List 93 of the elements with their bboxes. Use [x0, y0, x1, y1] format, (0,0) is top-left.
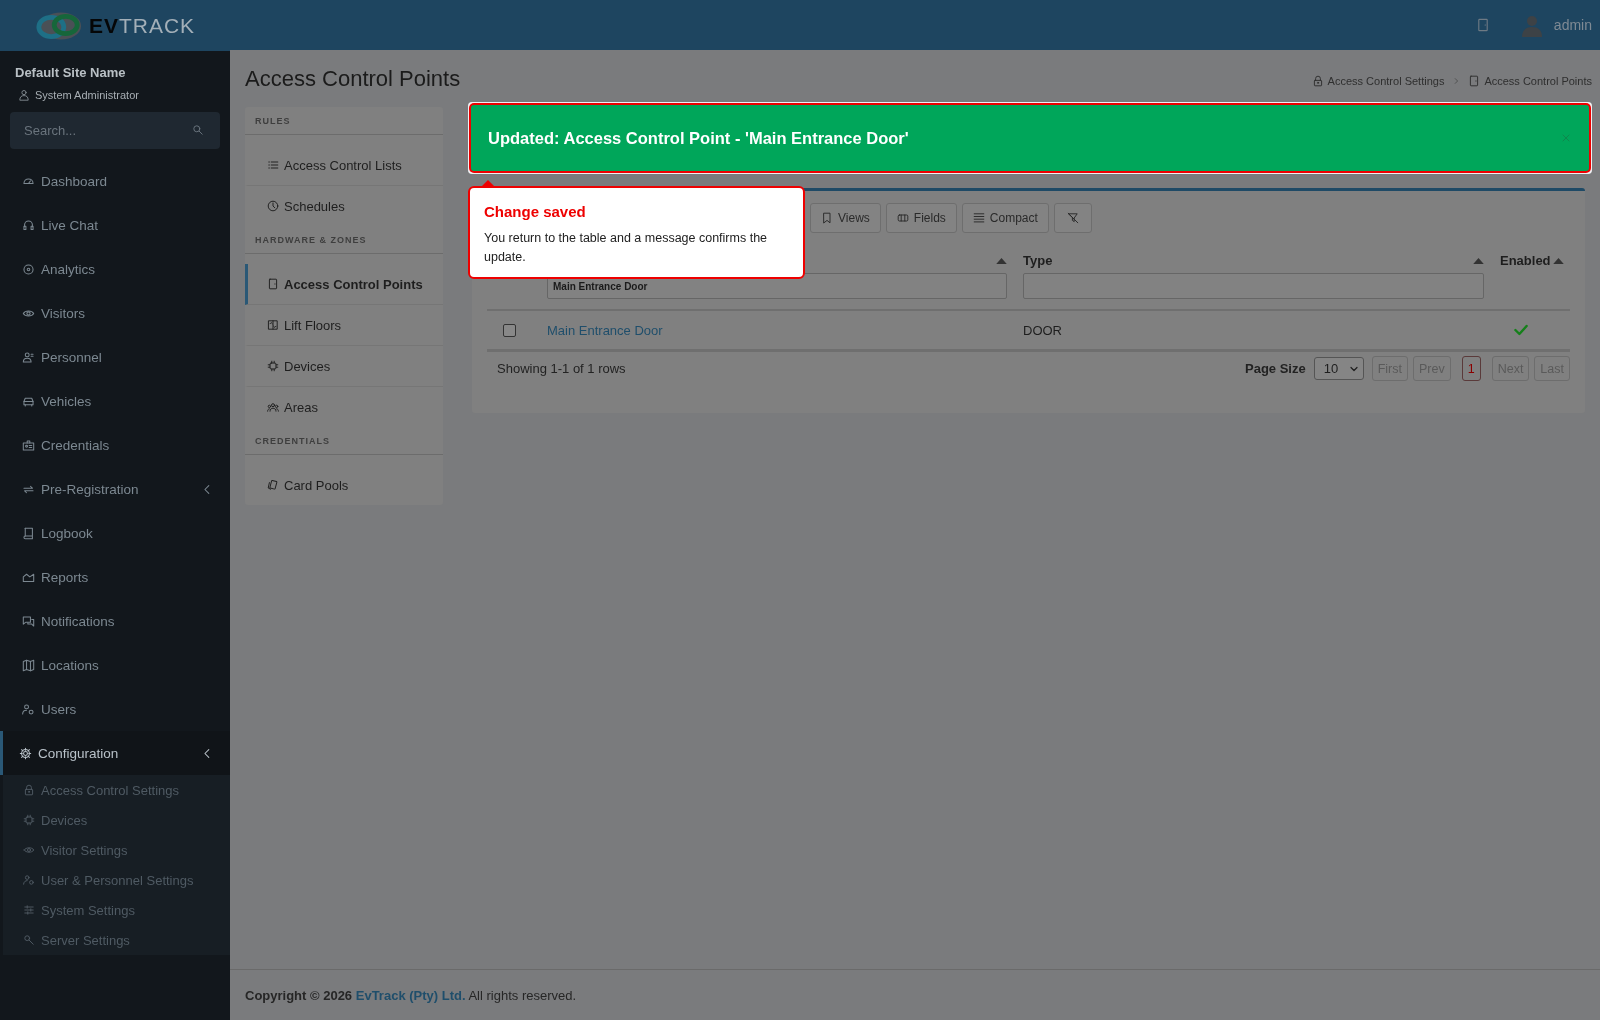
submenu-item[interactable]: Devices [3, 805, 230, 835]
nav-item[interactable]: Card Pools [245, 465, 443, 505]
nav-item[interactable]: Schedules [245, 186, 443, 226]
logo-text: EVTRACK [88, 13, 196, 38]
target-icon [22, 262, 35, 276]
submenu-item[interactable]: Server Settings [3, 925, 230, 955]
submenu-item[interactable]: Visitor Settings [3, 835, 230, 865]
column-header[interactable]: Type [1023, 252, 1053, 268]
submenu-item[interactable]: User & Personnel Settings [3, 865, 230, 895]
breadcrumb-link[interactable]: Access Control Points [1484, 75, 1592, 87]
menu-item[interactable]: Reports [0, 555, 230, 599]
column-header[interactable]: Enabled [1500, 252, 1551, 268]
book-icon [22, 526, 35, 540]
gear-icon [19, 746, 32, 760]
sort-icon[interactable] [1473, 256, 1484, 264]
chat-icon [22, 614, 35, 628]
menu-item[interactable]: Notifications [0, 599, 230, 643]
door-icon [1475, 18, 1490, 32]
logo-icon [34, 10, 83, 41]
page-number-button[interactable]: 1 [1461, 356, 1481, 381]
menu-item[interactable]: Users [0, 687, 230, 731]
chip-icon [23, 814, 35, 826]
menu-item[interactable]: Live Chat [0, 203, 230, 247]
breadcrumb-link[interactable]: Access Control Settings [1327, 75, 1445, 87]
views-button[interactable]: Views [810, 203, 881, 233]
close-icon [1561, 133, 1571, 143]
section-heading: RULES [255, 115, 291, 126]
list-icon [267, 159, 279, 171]
group-icon [267, 401, 279, 413]
map-icon [22, 658, 35, 672]
table-cell: DOOR [1023, 322, 1062, 338]
nav-item[interactable]: Lift Floors [245, 305, 443, 346]
eye-icon [23, 844, 35, 856]
bookmark-icon [821, 212, 833, 224]
lock-icon [1311, 75, 1324, 87]
chip-icon [267, 360, 279, 372]
headset-icon [22, 218, 35, 232]
row-checkbox[interactable] [503, 323, 516, 337]
sort-icon[interactable] [996, 256, 1007, 264]
menu-item[interactable]: Visitors [0, 291, 230, 335]
menu-item[interactable]: Credentials [0, 423, 230, 467]
clock-icon [267, 200, 279, 212]
menu-item[interactable]: Configuration [0, 731, 230, 775]
wrench-icon [23, 934, 35, 946]
menu-item[interactable]: Locations [0, 643, 230, 687]
nav-item[interactable]: Access Control Lists [245, 145, 443, 186]
person-icon [22, 350, 35, 364]
alert-message: Updated: Access Control Point - 'Main Entrance Door' [488, 128, 909, 148]
menu-item[interactable]: Vehicles [0, 379, 230, 423]
section-heading: CREDENTIALS [255, 435, 330, 446]
menu-item[interactable]: Dashboard [0, 159, 230, 203]
door-icon [1468, 75, 1481, 87]
menu-item[interactable]: Personnel [0, 335, 230, 379]
columns-icon [896, 212, 909, 224]
user-role: System Administrator [35, 89, 139, 101]
cards-icon [267, 479, 279, 491]
page-size-label: Page Size [1245, 361, 1306, 376]
nav-item[interactable]: Devices [245, 346, 443, 387]
name-link[interactable]: Main Entrance Door [547, 322, 663, 338]
menu-item[interactable]: Analytics [0, 247, 230, 291]
user-gear-icon [22, 702, 35, 716]
search-field[interactable]: Search... [10, 112, 220, 149]
lock-icon [23, 784, 35, 796]
copyright-text: Copyright © 2026 EvTrack (Pty) Ltd. All rights reserved. [245, 987, 577, 1003]
submenu-item[interactable]: Access Control Settings [3, 775, 230, 805]
submenu-item[interactable]: System Settings [3, 895, 230, 925]
tooltip-text: You return to the table and a message confirms the update. [484, 230, 769, 266]
menu-item[interactable]: Logbook [0, 511, 230, 555]
site-name: Default Site Name [14, 65, 127, 80]
filter-off-icon [1066, 212, 1079, 224]
sort-icon[interactable] [1553, 256, 1564, 264]
nav-item[interactable]: Areas [245, 387, 443, 427]
sliders-icon [23, 904, 35, 916]
door-icon [267, 278, 279, 290]
user-icon [18, 89, 30, 101]
fields-button[interactable]: Fields [885, 203, 957, 233]
menu-item[interactable]: Pre-Registration [0, 467, 230, 511]
page-title: Access Control Points [245, 66, 461, 92]
section-heading: HARDWARE & ZONES [255, 234, 367, 245]
compact-button[interactable]: Compact [961, 203, 1049, 233]
user-gear-icon [23, 874, 35, 886]
user-name[interactable]: admin [1553, 17, 1592, 33]
id-card-icon [22, 438, 35, 452]
nav-item[interactable]: Access Control Points [245, 264, 443, 305]
page-size-select[interactable]: 10 [1313, 357, 1364, 380]
rows-summary: Showing 1-1 of 1 rows [497, 361, 626, 376]
tooltip-title: Change saved [484, 203, 587, 220]
clear-filter-button[interactable] [1053, 203, 1092, 233]
elevator-icon [267, 319, 279, 331]
separator-icon [1452, 77, 1461, 85]
search-icon [192, 124, 204, 136]
filter-field[interactable] [1023, 273, 1484, 299]
lines-icon [972, 212, 985, 224]
